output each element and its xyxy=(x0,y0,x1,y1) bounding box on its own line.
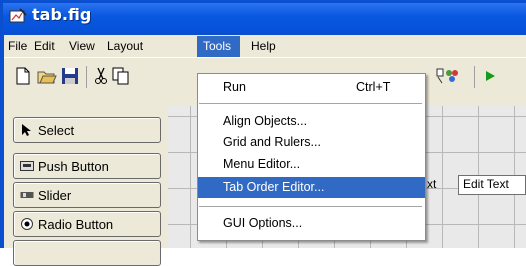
canvas-edit-text-label: Edit Text xyxy=(463,177,509,191)
push-button-icon xyxy=(20,161,34,171)
palette-push-button[interactable]: Push Button xyxy=(13,153,161,179)
canvas-edit-text[interactable]: Edit Text xyxy=(458,175,526,195)
menu-layout[interactable]: Layout xyxy=(107,38,143,55)
cursor-arrow-icon xyxy=(22,124,31,136)
palette-radio-button[interactable]: Radio Button xyxy=(13,211,161,237)
radio-button-icon xyxy=(21,218,33,230)
palette-slider[interactable]: Slider xyxy=(13,182,161,208)
menu-view[interactable]: View xyxy=(69,38,95,55)
palette-next-item[interactable] xyxy=(13,240,161,266)
figure-icon xyxy=(9,8,27,23)
menu-item-gui-options[interactable]: GUI Options... xyxy=(223,216,302,230)
toolbar-separator xyxy=(474,66,475,88)
menu-item-menu-editor[interactable]: Menu Editor... xyxy=(223,157,300,171)
menu-edit[interactable]: Edit xyxy=(34,38,55,55)
menu-help[interactable]: Help xyxy=(251,38,276,55)
menu-item-run[interactable]: Run xyxy=(223,80,246,94)
property-inspector-icon[interactable] xyxy=(434,67,460,85)
toolbar-separator xyxy=(86,66,87,88)
palette-select-label: Select xyxy=(38,123,75,138)
menu-tools[interactable]: Tools xyxy=(203,38,231,55)
menu-item-align-objects[interactable]: Align Objects... xyxy=(223,114,307,128)
open-folder-icon[interactable] xyxy=(37,67,57,85)
cut-icon[interactable] xyxy=(93,67,109,85)
palette-select[interactable]: Select xyxy=(13,117,161,143)
menu-file[interactable]: File xyxy=(8,38,27,55)
menu-item-run-shortcut: Ctrl+T xyxy=(356,80,391,94)
canvas-static-text-fragment[interactable]: xt xyxy=(427,177,436,191)
slider-icon xyxy=(20,192,34,198)
save-icon[interactable] xyxy=(61,67,79,85)
palette-push-button-label: Push Button xyxy=(38,159,109,174)
menu-item-tab-order-editor[interactable]: Tab Order Editor... xyxy=(223,180,324,194)
palette-radio-button-label: Radio Button xyxy=(38,217,114,232)
menu-separator xyxy=(199,206,422,207)
menu-separator xyxy=(199,103,422,104)
play-icon[interactable] xyxy=(484,70,496,82)
menu-item-grid-and-rulers[interactable]: Grid and Rulers... xyxy=(223,135,321,149)
palette-slider-label: Slider xyxy=(38,188,72,203)
copy-icon[interactable] xyxy=(112,67,130,85)
window-title: tab.fig xyxy=(32,5,92,24)
new-file-icon[interactable] xyxy=(14,67,32,85)
